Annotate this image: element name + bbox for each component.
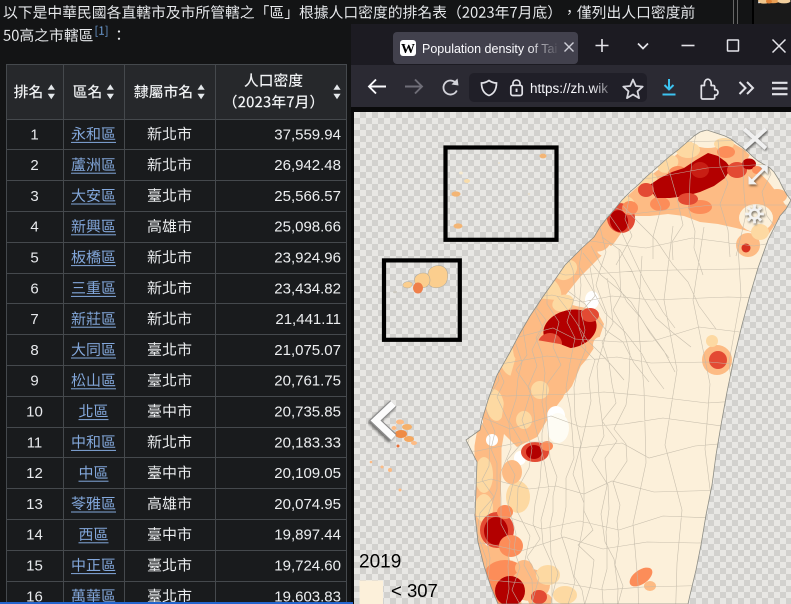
svg-text:2019: 2019 — [359, 552, 401, 573]
svg-text:W: W — [401, 42, 415, 57]
svg-text:< 307: < 307 — [391, 580, 438, 601]
